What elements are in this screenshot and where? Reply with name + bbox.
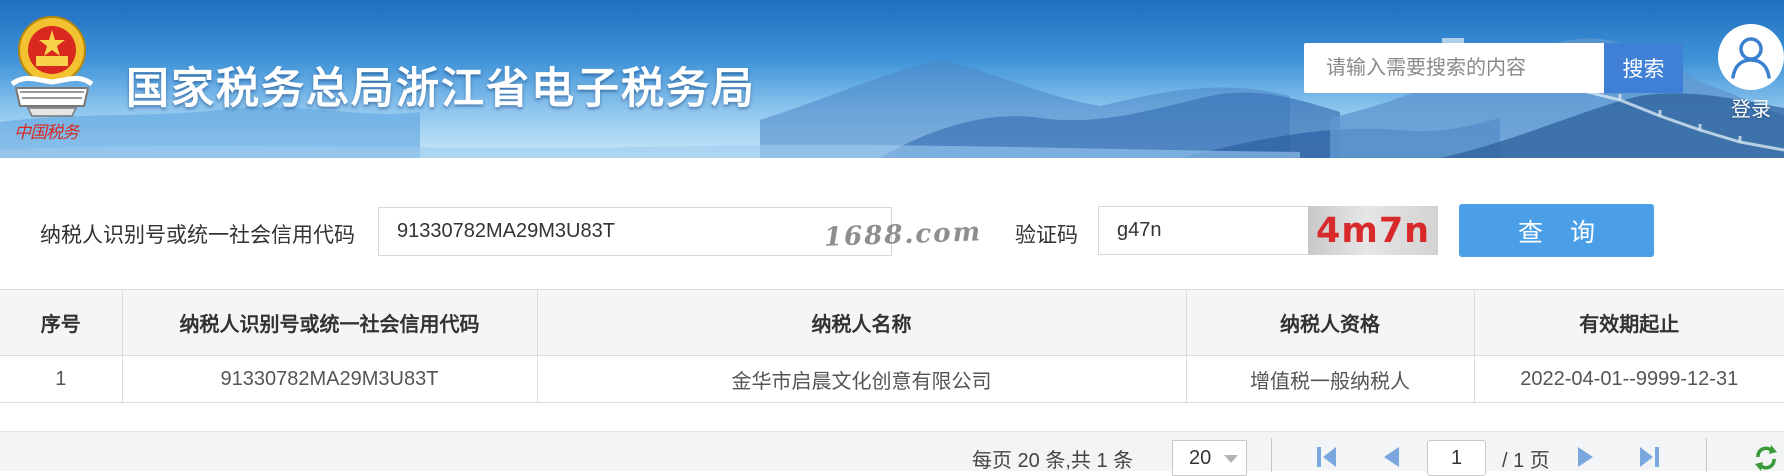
col-header-index: 序号 xyxy=(0,289,123,356)
col-header-taxpayer-name: 纳税人名称 xyxy=(537,289,1187,356)
emblem-signature: 中国税务 xyxy=(14,123,79,143)
cell-index: 1 xyxy=(0,355,123,403)
col-header-taxpayer-id: 纳税人识别号或统一社会信用代码 xyxy=(122,289,538,356)
taxpayer-id-label: 纳税人识别号或统一社会信用代码 xyxy=(40,224,355,247)
watermark-1688: 1688.com xyxy=(823,217,983,253)
total-pages: / 1 页 xyxy=(1502,450,1550,472)
site-search-input[interactable] xyxy=(1304,43,1604,93)
table-header-row: 序号 纳税人识别号或统一社会信用代码 纳税人名称 纳税人资格 有效期起止 xyxy=(0,289,1784,356)
page-size-select[interactable]: 20 xyxy=(1172,440,1247,476)
next-page-icon[interactable] xyxy=(1572,442,1598,472)
col-header-validity: 有效期起止 xyxy=(1474,289,1784,356)
query-button[interactable]: 查 询 xyxy=(1459,204,1654,257)
cell-qualification: 增值税一般纳税人 xyxy=(1186,355,1475,403)
captcha-input[interactable] xyxy=(1098,206,1310,255)
first-page-icon[interactable] xyxy=(1314,442,1340,472)
table-row[interactable]: 1 91330782MA29M3U83T 金华市启晨文化创意有限公司 增值税一般… xyxy=(0,355,1784,403)
results-table: 序号 纳税人识别号或统一社会信用代码 纳税人名称 纳税人资格 有效期起止 1 9… xyxy=(0,289,1784,403)
header-banner: 中国税务 国家税务总局浙江省电子税务局 搜索 登录 xyxy=(0,0,1784,158)
cell-validity: 2022-04-01--9999-12-31 xyxy=(1474,355,1784,403)
cell-taxpayer-id: 91330782MA29M3U83T xyxy=(122,355,538,403)
cell-taxpayer-name: 金华市启晨文化创意有限公司 xyxy=(537,355,1187,403)
col-header-qualification: 纳税人资格 xyxy=(1186,289,1475,356)
captcha-image-text: 4m7n xyxy=(1316,211,1431,251)
refresh-icon[interactable] xyxy=(1752,442,1780,472)
taxpayer-id-input[interactable] xyxy=(378,207,892,256)
current-page-input[interactable] xyxy=(1427,440,1486,476)
last-page-icon[interactable] xyxy=(1636,442,1662,472)
pagination-bar: 每页 20 条,共 1 条 20 / 1 页 xyxy=(0,431,1784,476)
user-avatar[interactable] xyxy=(1718,24,1784,90)
site-title: 国家税务总局浙江省电子税务局 xyxy=(126,65,756,113)
pagination-info: 每页 20 条,共 1 条 xyxy=(972,450,1134,472)
captcha-label: 验证码 xyxy=(1015,224,1078,247)
emblem-icon xyxy=(10,16,94,117)
page-size-value: 20 xyxy=(1189,447,1212,469)
search-button[interactable]: 搜索 xyxy=(1604,43,1683,93)
login-label[interactable]: 登录 xyxy=(1718,93,1784,122)
chevron-down-icon xyxy=(1224,455,1238,463)
prev-page-icon[interactable] xyxy=(1379,442,1405,472)
user-icon xyxy=(1731,37,1771,79)
login-button[interactable]: 登录 xyxy=(1718,24,1784,122)
captcha-image[interactable]: 4m7n xyxy=(1308,206,1438,255)
tax-emblem-logo: 中国税务 xyxy=(6,10,96,143)
